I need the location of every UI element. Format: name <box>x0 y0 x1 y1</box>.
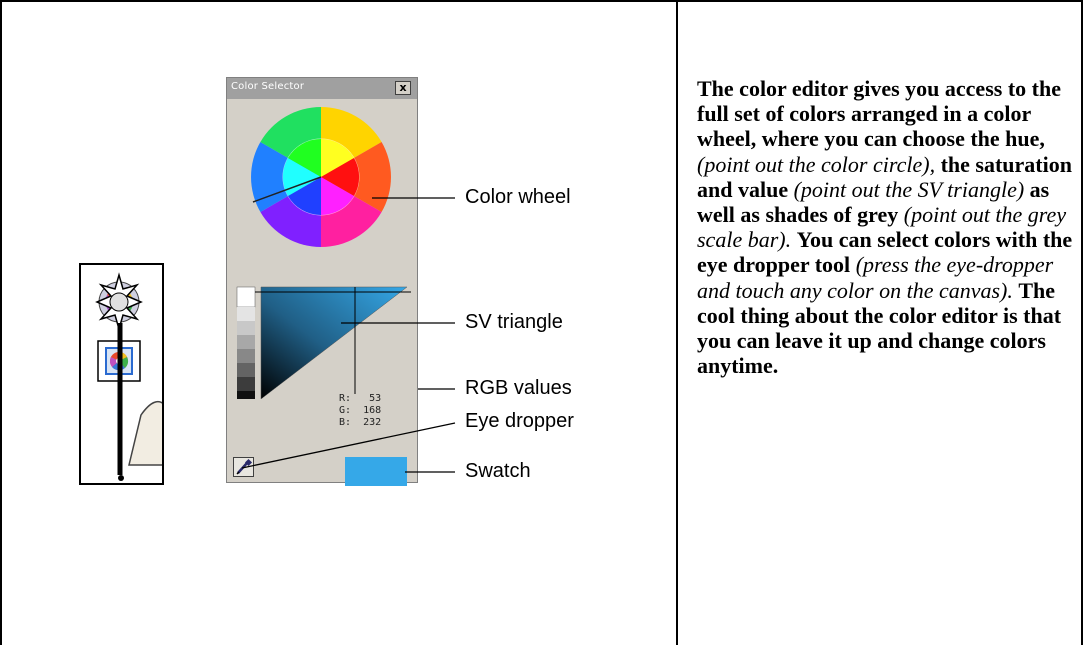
callout-color-wheel: Color wheel <box>465 186 571 208</box>
rgb-readout: R: 53 G: 168 B: 232 <box>339 393 381 429</box>
eye-dropper-icon <box>236 458 253 475</box>
color-wheel[interactable] <box>251 107 391 247</box>
table-border-top <box>0 0 1083 2</box>
b-value: 232 <box>363 417 382 428</box>
eye-dropper-button[interactable] <box>233 457 254 477</box>
r-value: 53 <box>369 393 382 404</box>
close-button[interactable]: x <box>395 81 411 95</box>
callout-swatch: Swatch <box>465 460 531 482</box>
color-star-icon[interactable] <box>95 272 143 332</box>
g-value-row: G: 168 <box>339 405 382 416</box>
description-text-1: The color editor gives you access to the… <box>697 76 1061 152</box>
table-column-divider <box>676 0 678 645</box>
color-selector-canvas <box>236 107 411 399</box>
brush-tip <box>118 475 124 481</box>
description-paragraph: The color editor gives you access to the… <box>697 76 1075 378</box>
b-value-row: B: 232 <box>339 417 382 428</box>
tool-strip <box>79 263 164 485</box>
color-selector-titlebar[interactable]: Color Selector x <box>227 78 417 99</box>
color-selector-window: Color Selector x R: 53 G: 168 B: 232 <box>226 77 418 486</box>
table-border-left <box>0 0 2 645</box>
sv-triangle[interactable] <box>255 286 411 399</box>
pen-icon <box>128 400 162 466</box>
callout-sv-triangle: SV triangle <box>465 311 563 333</box>
description-note-2: (point out the SV triangle) <box>793 176 1025 202</box>
g-value: 168 <box>363 405 382 416</box>
window-title: Color Selector <box>231 81 305 92</box>
callout-rgb-values: RGB values <box>465 377 572 399</box>
description-note-1: (point out the color circle), <box>697 151 936 177</box>
callout-eye-dropper: Eye dropper <box>465 410 574 432</box>
grey-scale-bar[interactable] <box>236 286 256 399</box>
brush-tool-illustration <box>95 272 162 481</box>
r-value-row: R: 53 <box>339 393 382 404</box>
color-swatch[interactable] <box>345 457 407 486</box>
